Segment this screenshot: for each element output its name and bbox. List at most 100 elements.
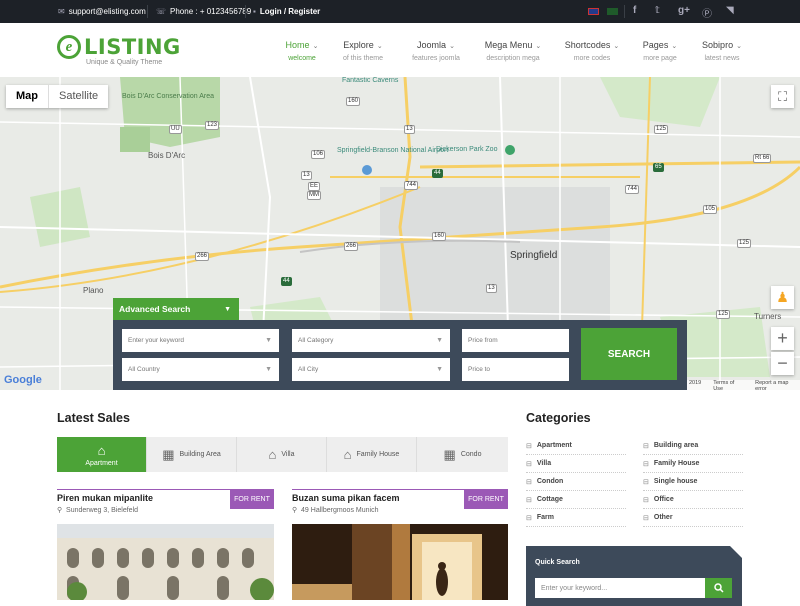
route-shield: MM (307, 191, 321, 200)
tab-label: Apartment (85, 459, 118, 467)
nav-label: Sobipro (702, 40, 734, 50)
route-shield: 13 (486, 284, 497, 293)
zoom-in-icon[interactable]: + (771, 327, 794, 350)
category-select[interactable]: All Category ▼ (292, 329, 450, 352)
route-shield: 123 (205, 121, 220, 130)
tab-building-area[interactable]: ▦ Building Area (147, 437, 237, 472)
tab-label: Building Area (179, 451, 221, 458)
search-icon[interactable] (705, 578, 732, 598)
map-type-satellite[interactable]: Satellite (48, 85, 108, 108)
quick-search-input[interactable]: Enter your keyword... (535, 578, 705, 598)
interstate-shield: 65 (653, 163, 664, 172)
category-label: Other (653, 514, 673, 521)
divider (147, 5, 148, 18)
nav-explore[interactable]: Explore ⌄ of this theme (328, 40, 398, 62)
price-from-placeholder: Price from (468, 337, 498, 344)
price-to-input[interactable]: Price to (462, 358, 569, 381)
listing-address: ⚲ Sunderweg 3, Bielefeld (57, 506, 138, 514)
logo-tagline: Unique & Quality Theme (86, 59, 163, 66)
building-icon: ▦ (162, 446, 175, 462)
logo-name: LISTING (84, 35, 181, 59)
category-link[interactable]: ⊟ Other (643, 509, 743, 527)
listing-photo[interactable] (292, 524, 508, 600)
report-error-link[interactable]: Report a map error (755, 380, 798, 390)
category-link[interactable]: ⊟ Family House (643, 455, 743, 473)
category-link[interactable]: ⊟ Building area (643, 437, 743, 455)
condo-icon: ▦ (443, 446, 456, 462)
search-button[interactable]: SEARCH (581, 328, 677, 380)
rss-icon[interactable]: ◥ (726, 5, 734, 16)
nav-home[interactable]: Home ⌄ welcome (267, 40, 337, 62)
corner-fold (730, 546, 742, 558)
map-pin-icon: ⚲ (57, 507, 63, 514)
fullscreen-icon[interactable]: ⛶ (771, 85, 794, 108)
tab-label: Family House (356, 451, 400, 458)
list-icon: ⊟ (643, 514, 649, 522)
tab-family-house[interactable]: ⌂ Family House (327, 437, 417, 472)
category-link[interactable]: ⊟ Apartment (526, 437, 626, 455)
logo[interactable]: e LISTING Unique & Quality Theme (57, 35, 181, 66)
list-icon: ⊟ (526, 496, 532, 504)
chevron-down-icon: ⌄ (613, 43, 620, 50)
nav-mega-menu[interactable]: Mega Menu ⌄ description mega (478, 40, 548, 62)
facebook-icon[interactable]: f (633, 5, 636, 16)
price-from-input[interactable]: Price from (462, 329, 569, 352)
list-icon: ⊟ (643, 496, 649, 504)
twitter-icon[interactable]: 𝕥 (655, 5, 660, 16)
top-bar: ✉ support@elisting.com ☏ Phone : + 01234… (0, 0, 800, 23)
magnifier-glyph (713, 583, 724, 593)
list-icon: ⊟ (643, 460, 649, 468)
tab-condo[interactable]: ▦ Condo (417, 437, 508, 472)
google-plus-icon[interactable]: g+ (678, 5, 690, 16)
map-label-turners: Turners (754, 312, 782, 321)
country-value: All Country (128, 366, 160, 373)
zoom-out-icon[interactable]: − (771, 352, 794, 375)
keyword-input[interactable]: Enter your keyword ▼ (122, 329, 279, 352)
pegman-icon[interactable]: ♟ (771, 286, 794, 309)
route-shield: 13 (404, 125, 415, 134)
country-select[interactable]: All Country ▼ (122, 358, 279, 381)
category-link[interactable]: ⊟ Cottage (526, 491, 626, 509)
lock-icon: ▪ (253, 7, 256, 16)
route-shield: Rt 66 (753, 154, 772, 163)
category-label: Single house (653, 478, 698, 485)
flag-other-icon[interactable] (607, 8, 618, 15)
city-value: All City (298, 366, 319, 373)
category-link[interactable]: ⊟ Farm (526, 509, 626, 527)
nav-pages[interactable]: Pages ⌄ more page (625, 40, 695, 62)
nav-joomla[interactable]: Joomla ⌄ features joomla (401, 40, 471, 62)
category-link[interactable]: ⊟ Single house (643, 473, 743, 491)
quick-search-title: Quick Search (535, 559, 580, 566)
email-contact[interactable]: ✉ support@elisting.com (58, 7, 146, 16)
nav-shortcodes[interactable]: Shortcodes ⌄ more codes (557, 40, 627, 62)
zoo-icon[interactable] (505, 145, 515, 155)
logo-mark-icon: e (57, 35, 81, 59)
nav-label: Home (285, 40, 310, 50)
category-value: All Category (298, 337, 334, 344)
nav-sobipro[interactable]: Sobipro ⌄ latest news (687, 40, 757, 62)
caret-down-icon: ▼ (436, 337, 443, 344)
route-shield: 266 (195, 252, 210, 261)
login-register-link[interactable]: ▪ Login / Register (253, 7, 320, 16)
listing-title[interactable]: Piren mukan mipanlite (57, 493, 153, 503)
listing-photo[interactable] (57, 524, 274, 600)
tab-villa[interactable]: ⌂ Villa (237, 437, 327, 472)
tab-apartment[interactable]: ⌂ Apartment (57, 437, 147, 472)
quick-search-widget: Quick Search Enter your keyword... (526, 546, 742, 606)
category-label: Family House (653, 460, 700, 467)
advanced-search-tab[interactable]: Advanced Search ▼ (113, 298, 239, 320)
category-link[interactable]: ⊟ Villa (526, 455, 626, 473)
google-logo: Google (4, 374, 42, 386)
terms-link[interactable]: Terms of Use (713, 380, 743, 390)
category-link[interactable]: ⊟ Condon (526, 473, 626, 491)
map-type-map[interactable]: Map (6, 85, 48, 108)
nav-sub: more page (643, 55, 677, 62)
airport-icon[interactable] (362, 165, 372, 175)
pinterest-icon[interactable]: Ⓟ (702, 5, 712, 20)
category-link[interactable]: ⊟ Office (643, 491, 743, 509)
city-select[interactable]: All City ▼ (292, 358, 450, 381)
flag-uk-icon[interactable] (588, 8, 599, 15)
tab-label: Condo (460, 451, 482, 458)
listing-title[interactable]: Buzan suma pikan facem (292, 493, 400, 503)
listing-address: ⚲ 49 Hallbergmoos Munich (292, 506, 378, 514)
